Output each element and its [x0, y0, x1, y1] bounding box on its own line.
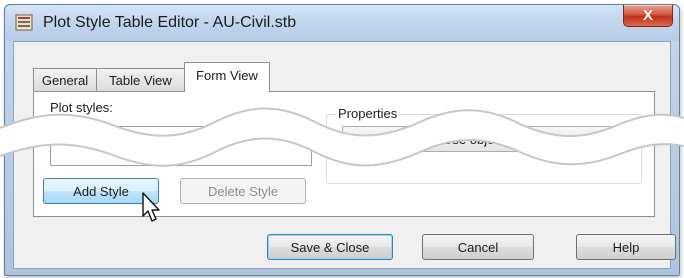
color-select-value: Use object color — [443, 132, 537, 147]
color-select[interactable]: Use object color ▼ — [342, 126, 630, 152]
plot-styles-list[interactable] — [50, 126, 312, 166]
close-button[interactable]: X — [623, 5, 673, 27]
title-bar[interactable]: Plot Style Table Editor - AU-Civil.stb X — [5, 5, 679, 41]
tab-table-view[interactable]: Table View — [96, 68, 185, 91]
save-close-button[interactable]: Save & Close — [267, 234, 393, 260]
plot-styles-label: Plot styles: — [50, 100, 113, 115]
app-icon — [15, 14, 33, 31]
plot-style-table-editor-window: Plot Style Table Editor - AU-Civil.stb X… — [4, 4, 680, 276]
mouse-pointer-icon — [142, 192, 160, 222]
delete-style-button[interactable]: Delete Style — [180, 178, 306, 204]
cancel-button[interactable]: Cancel — [422, 234, 534, 260]
dialog-client-area: General Table View Form View Plot styles… — [13, 41, 676, 269]
form-view-panel: Plot styles: Properties Use object color… — [33, 91, 655, 217]
dropdown-arrow-icon: ▼ — [612, 132, 623, 144]
tab-general[interactable]: General — [33, 68, 97, 91]
help-button[interactable]: Help — [576, 234, 676, 260]
tab-form-view[interactable]: Form View — [184, 62, 270, 92]
window-title: Plot Style Table Editor - AU-Civil.stb — [43, 14, 297, 31]
properties-label: Properties — [336, 106, 400, 121]
close-icon: X — [642, 7, 653, 24]
